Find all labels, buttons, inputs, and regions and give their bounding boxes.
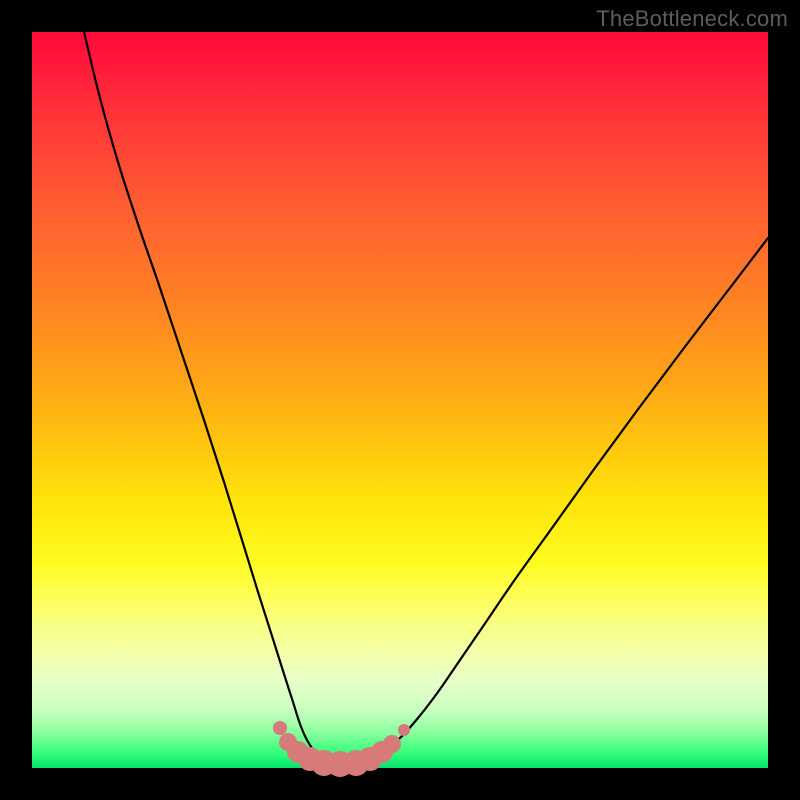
- trough-marker: [273, 721, 287, 735]
- chart-plot-area: [32, 32, 768, 768]
- trough-marker: [398, 724, 410, 736]
- chart-frame: TheBottleneck.com: [0, 0, 800, 800]
- watermark-text: TheBottleneck.com: [596, 6, 788, 32]
- trough-marker-group: [273, 721, 410, 777]
- bottleneck-curve: [84, 32, 768, 765]
- trough-marker: [383, 735, 401, 753]
- chart-svg: [32, 32, 768, 768]
